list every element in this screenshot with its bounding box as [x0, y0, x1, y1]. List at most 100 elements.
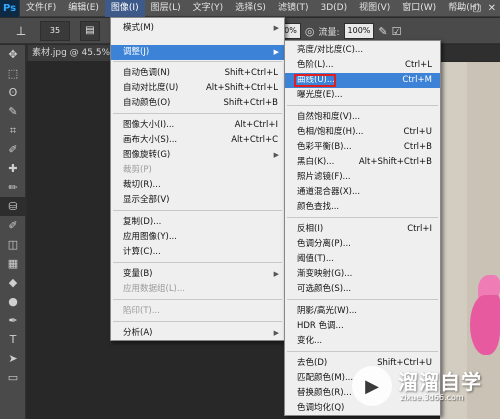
menu-item-label: 分析(A)	[123, 328, 153, 338]
adjustments-item-9[interactable]: 通道混合器(X)...	[285, 185, 440, 200]
eraser-icon[interactable]: ◫	[0, 235, 26, 254]
flow-field[interactable]: 100%	[343, 23, 375, 39]
brush-size-picker[interactable]: 35	[40, 20, 70, 41]
marquee-tool-icon[interactable]: ⬚	[0, 64, 26, 83]
image-menu-item-17[interactable]: 分析(A) ▶	[111, 326, 284, 341]
menu-item-shortcut: Shift+Ctrl+B	[223, 98, 278, 108]
adjustments-item-6[interactable]: 色彩平衡(B)... Ctrl+B	[285, 140, 440, 155]
image-menu-item-10[interactable]: 显示全部(V)	[111, 193, 284, 208]
type-tool-icon[interactable]: T	[0, 330, 26, 349]
blur-icon[interactable]: ◆	[0, 273, 26, 292]
menu-item-1[interactable]: 编辑(E)	[62, 0, 105, 17]
menu-separator	[287, 299, 438, 300]
history-brush-icon[interactable]: ✐	[0, 216, 26, 235]
adjustments-item-2[interactable]: 曲线(U)... Ctrl+M	[285, 73, 440, 88]
close-icon[interactable]: ✕	[488, 3, 496, 14]
menu-item-8[interactable]: 视图(V)	[353, 0, 396, 17]
lasso-tool-icon[interactable]: ʘ	[0, 83, 26, 102]
image-menu-item-16: 陷印(T)...	[111, 304, 284, 319]
menu-item-shortcut: Ctrl+M	[402, 75, 432, 85]
menu-separator	[113, 321, 282, 322]
submenu-arrow-icon: ▶	[273, 48, 279, 56]
image-menu-item-15: 应用数据组(L)...	[111, 282, 284, 297]
image-menu-item-2[interactable]: 自动色调(N) Shift+Ctrl+L	[111, 66, 284, 81]
adjustments-item-5[interactable]: 色相/饱和度(H)... Ctrl+U	[285, 125, 440, 140]
shape-tool-icon[interactable]: ▭	[0, 368, 26, 387]
adjustments-item-14[interactable]: 渐变映射(G)...	[285, 267, 440, 282]
menu-item-label: 色阶(L)...	[297, 60, 334, 70]
menu-item-label: 颜色查找...	[297, 202, 340, 212]
menu-item-6[interactable]: 滤镜(T)	[272, 0, 315, 17]
menu-item-7[interactable]: 3D(D)	[314, 0, 353, 17]
menu-item-0[interactable]: 文件(F)	[20, 0, 62, 17]
image-menu-item-11[interactable]: 复制(D)...	[111, 215, 284, 230]
menu-item-label: 自动颜色(O)	[123, 98, 171, 108]
adjustments-item-16[interactable]: 阴影/高光(W)...	[285, 304, 440, 319]
menu-item-label: 自动对比度(U)	[123, 83, 179, 93]
stamp-tool-preset-icon[interactable]: ⊥	[8, 21, 34, 41]
eyedropper-icon[interactable]: ✐	[0, 140, 26, 159]
menu-item-shortcut: Alt+Shift+Ctrl+B	[358, 157, 432, 167]
menu-item-label: 图像大小(I)...	[123, 120, 175, 130]
pressure-opacity-icon[interactable]: ◎	[305, 25, 315, 38]
menu-item-5[interactable]: 选择(S)	[229, 0, 272, 17]
menu-item-4[interactable]: 文字(Y)	[187, 0, 230, 17]
adjustments-item-10[interactable]: 颜色查找...	[285, 200, 440, 215]
pen-tool-icon[interactable]: ✒	[0, 311, 26, 330]
menu-item-label: 匹配颜色(M)...	[297, 373, 354, 383]
menu-item-shortcut: Alt+Ctrl+C	[231, 135, 278, 145]
path-select-icon[interactable]: ➤	[0, 349, 26, 368]
gradient-icon[interactable]: ▦	[0, 254, 26, 273]
menu-separator	[113, 210, 282, 211]
maximize-icon[interactable]: ▢	[472, 3, 481, 14]
brush-panel-icon[interactable]: ▤	[80, 20, 100, 41]
image-menu-item-5[interactable]: 图像大小(I)... Alt+Ctrl+I	[111, 118, 284, 133]
menu-item-3[interactable]: 图层(L)	[145, 0, 187, 17]
menu-separator	[287, 351, 438, 352]
image-menu-item-1[interactable]: 调整(J) ▶	[111, 45, 284, 60]
menu-item-9[interactable]: 窗口(W)	[396, 0, 442, 17]
move-tool-icon[interactable]: ✥	[0, 45, 26, 64]
adjustments-item-18[interactable]: 变化...	[285, 334, 440, 349]
crop-tool-icon[interactable]: ⌗	[0, 121, 26, 140]
menu-item-2[interactable]: 图像(I)	[104, 0, 145, 17]
quick-select-icon[interactable]: ✎	[0, 102, 26, 121]
menu-item-label: 可选颜色(S)...	[297, 284, 352, 294]
adjustments-item-7[interactable]: 黑白(K)... Alt+Shift+Ctrl+B	[285, 155, 440, 170]
adjustments-item-17[interactable]: HDR 色调...	[285, 319, 440, 334]
airbrush-icon[interactable]: ✎	[378, 25, 387, 38]
menu-separator	[287, 217, 438, 218]
brush-tool-icon[interactable]: ✏	[0, 178, 26, 197]
menu-item-label: 变化...	[297, 336, 323, 346]
document-tab[interactable]: 素材.jpg @ 45.5%	[28, 45, 118, 61]
aligned-checkbox[interactable]: ☑	[392, 25, 402, 38]
adjustments-item-3[interactable]: 曝光度(E)...	[285, 88, 440, 103]
menu-item-label: 裁剪(P)	[123, 165, 152, 175]
adjustments-item-1[interactable]: 色阶(L)... Ctrl+L	[285, 58, 440, 73]
adjustments-item-15[interactable]: 可选颜色(S)...	[285, 282, 440, 297]
image-menu-item-6[interactable]: 画布大小(S)... Alt+Ctrl+C	[111, 133, 284, 148]
clone-stamp-icon[interactable]: ⛁	[0, 197, 26, 216]
minimize-icon[interactable]: —	[456, 3, 466, 14]
image-menu-item-14[interactable]: 变量(B) ▶	[111, 267, 284, 282]
image-menu-item-7[interactable]: 图像旋转(G) ▶	[111, 148, 284, 163]
adjustments-item-13[interactable]: 阈值(T)...	[285, 252, 440, 267]
image-menu-item-12[interactable]: 应用图像(Y)...	[111, 230, 284, 245]
adjustments-item-12[interactable]: 色调分离(P)...	[285, 237, 440, 252]
adjustments-item-0[interactable]: 亮度/对比度(C)...	[285, 43, 440, 58]
menu-item-shortcut: Ctrl+I	[407, 224, 432, 234]
adjustments-item-4[interactable]: 自然饱和度(V)...	[285, 110, 440, 125]
image-menu-item-0[interactable]: 模式(M) ▶	[111, 21, 284, 36]
image-menu-item-4[interactable]: 自动颜色(O) Shift+Ctrl+B	[111, 96, 284, 111]
image-menu-item-9[interactable]: 裁切(R)...	[111, 178, 284, 193]
image-menu-item-13[interactable]: 计算(C)...	[111, 245, 284, 260]
menu-item-shortcut: Shift+Ctrl+L	[224, 68, 278, 78]
menu-item-label: 黑白(K)...	[297, 157, 335, 167]
healing-brush-icon[interactable]: ✚	[0, 159, 26, 178]
dodge-icon[interactable]: ●	[0, 292, 26, 311]
adjustments-item-8[interactable]: 照片滤镜(F)...	[285, 170, 440, 185]
adjustments-item-11[interactable]: 反相(I) Ctrl+I	[285, 222, 440, 237]
image-menu-item-3[interactable]: 自动对比度(U) Alt+Shift+Ctrl+L	[111, 81, 284, 96]
photoshop-logo: Ps	[0, 0, 20, 17]
tools-panel: ✥ ⬚ ʘ ✎ ⌗ ✐ ✚ ✏ ⛁ ✐ ◫ ▦ ◆ ● ✒ T ➤ ▭	[0, 45, 26, 419]
